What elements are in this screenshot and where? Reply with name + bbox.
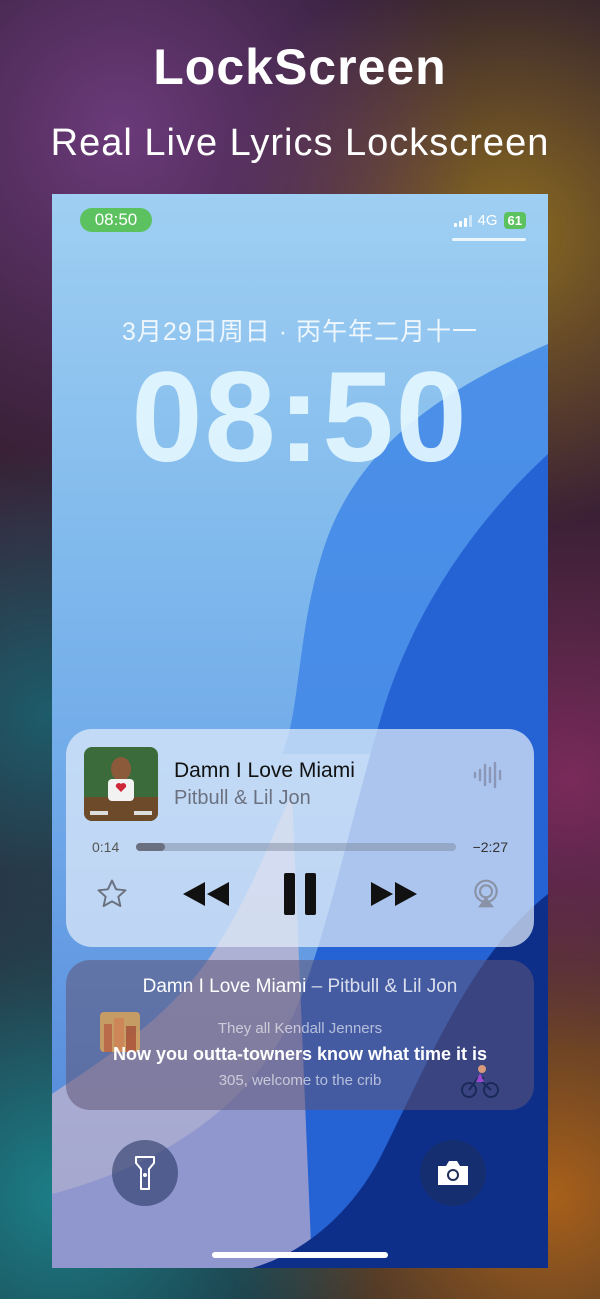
lyrics-separator: – — [311, 976, 323, 997]
fast-forward-icon — [371, 882, 417, 906]
waveform-icon — [473, 761, 502, 789]
lyrics-header: Damn I Love Miami – Pitbull & Lil Jon — [66, 976, 534, 998]
lyrics-artist: Pitbull & Lil Jon — [327, 976, 458, 997]
promo-subtitle: Real Live Lyrics Lockscreen — [50, 122, 550, 164]
playback-scrubber[interactable] — [136, 843, 456, 851]
star-icon — [97, 879, 127, 908]
status-indicators: 4G 61 — [453, 212, 526, 229]
playback-progress — [136, 843, 165, 851]
airplay-button[interactable] — [466, 874, 506, 914]
status-time-pill: 08:50 — [80, 208, 152, 232]
now-playing-widget[interactable]: Damn I Love Miami Pitbull & Lil Jon 0:14… — [66, 729, 534, 947]
lockscreen-clock: 08:50 — [131, 346, 469, 489]
camera-button[interactable] — [420, 1140, 486, 1206]
lyric-previous-line: They all Kendall Jenners — [217, 1020, 383, 1037]
camera-icon — [438, 1161, 468, 1185]
pause-button[interactable] — [278, 869, 322, 919]
rewind-icon — [183, 882, 229, 906]
promo-title: LockScreen — [153, 39, 447, 95]
favorite-button[interactable] — [92, 874, 132, 914]
flashlight-button[interactable] — [112, 1140, 178, 1206]
lyrics-song-title: Damn I Love Miami — [142, 976, 307, 997]
pause-icon — [284, 873, 316, 915]
song-artist: Pitbull & Lil Jon — [174, 787, 311, 809]
status-underline — [452, 238, 526, 241]
home-indicator[interactable] — [212, 1252, 388, 1258]
signal-icon — [453, 214, 472, 227]
forward-button[interactable] — [366, 874, 422, 914]
phone-lockscreen: 08:50 4G 61 3月29日周日 · 丙午年二月十一 08:50 Damn… — [52, 194, 548, 1268]
cyclist-icon — [461, 1065, 499, 1098]
time-remaining: −2:27 — [472, 839, 508, 855]
live-lyrics-widget[interactable]: Damn I Love Miami – Pitbull & Lil Jon Th… — [66, 960, 534, 1110]
song-title: Damn I Love Miami — [174, 759, 355, 782]
flashlight-icon — [135, 1156, 155, 1190]
network-label: 4G — [477, 212, 498, 229]
time-elapsed: 0:14 — [92, 839, 120, 855]
lyric-current-line: Now you outta-towners know what time it … — [112, 1044, 488, 1064]
airplay-icon — [474, 879, 498, 908]
album-art[interactable] — [84, 747, 158, 821]
lockscreen-date: 3月29日周日 · 丙午年二月十一 — [122, 318, 478, 346]
battery-indicator: 61 — [503, 212, 526, 229]
rewind-button[interactable] — [178, 874, 234, 914]
